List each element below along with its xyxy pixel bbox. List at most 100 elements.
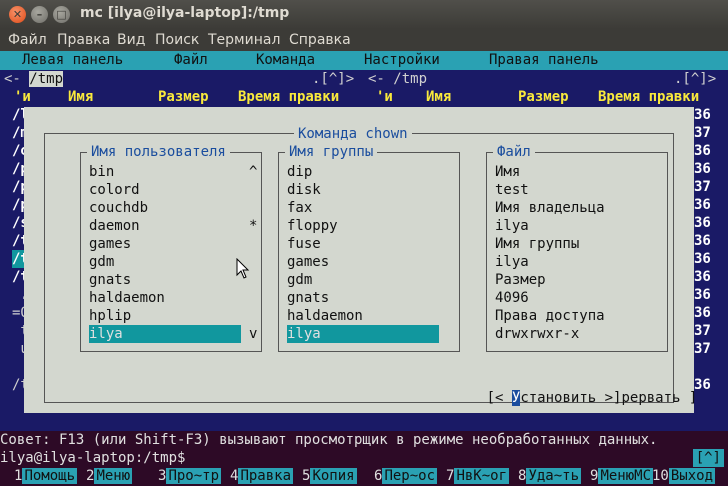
fkey-edit[interactable]: 4 Правка — [230, 467, 294, 486]
menu-help[interactable]: Справка — [289, 32, 351, 48]
scroll-thumb-icon[interactable]: * — [249, 217, 257, 235]
shell-prompt[interactable]: ilya@ilya-laptop:/tmp$ — [0, 449, 728, 467]
file-info-label: Размер — [495, 272, 546, 288]
mc-menu-right-panel[interactable]: Правая панель — [489, 52, 599, 68]
mc-menu-command[interactable]: Команда — [256, 52, 315, 68]
table-row[interactable]: 36 — [694, 142, 724, 160]
fkey-quit[interactable]: 10 Выход — [652, 467, 716, 486]
maximize-window-button[interactable]: □ — [53, 6, 70, 23]
table-row[interactable]: 36 — [694, 106, 724, 124]
group-item[interactable]: fuse — [287, 235, 321, 253]
mc-menu-file[interactable]: Файл — [174, 52, 208, 68]
table-row[interactable]: 36 — [694, 160, 724, 178]
user-item[interactable]: couchdb — [89, 199, 148, 217]
chown-dialog: Команда chown Имя пользователя bin color… — [24, 107, 697, 413]
right-col-size[interactable]: Размер — [518, 88, 569, 106]
fkey-menu[interactable]: 2 Меню — [86, 467, 133, 486]
fkey-label: Копия — [310, 468, 357, 484]
group-item[interactable]: gdm — [287, 271, 312, 289]
table-row[interactable]: 36 — [694, 196, 724, 214]
right-col-mtime[interactable]: Время правки — [598, 88, 699, 106]
hint-line: Совет: F13 (или Shift-F3) вызывают просм… — [0, 431, 728, 449]
right-panel-header: <- /tmp — [368, 70, 427, 88]
left-col-mark: 'и — [14, 89, 31, 105]
group-item[interactable]: gnats — [287, 289, 329, 307]
terminal-menubar: Файл Правка Вид Поиск Терминал Справка — [0, 29, 728, 51]
user-item[interactable]: bin — [89, 163, 114, 181]
menu-file[interactable]: Файл — [8, 32, 47, 48]
table-row[interactable]: 36 — [694, 286, 724, 304]
scroll-down-icon[interactable]: v — [249, 325, 257, 343]
group-item[interactable]: dip — [287, 163, 312, 181]
fkey-pulldown[interactable]: 9 МенюМС — [590, 467, 654, 486]
function-key-bar: 1 Помощь 2 Меню 3 Про~тр 4 Правка 5 Копия 6 Пе… — [0, 467, 728, 486]
group-item[interactable]: fax — [287, 199, 312, 217]
fkey-delete[interactable]: 8 Уда~ть — [518, 467, 582, 486]
scroll-up-icon[interactable]: ^ — [249, 163, 257, 181]
scroll-indicator[interactable]: [^] — [692, 449, 724, 467]
user-item[interactable]: colord — [89, 181, 140, 199]
group-item[interactable]: disk — [287, 181, 321, 199]
user-item[interactable]: games — [89, 235, 131, 253]
table-row[interactable]: 36 — [694, 304, 724, 322]
fkey-mkdir[interactable]: 7 НвК~ог — [446, 467, 510, 486]
left-col-size[interactable]: Размер — [158, 88, 209, 106]
fkey-label: Правка — [238, 468, 294, 484]
table-row[interactable]: 37 — [694, 322, 724, 340]
table-row[interactable]: 36 — [694, 214, 724, 232]
left-col-name[interactable]: Имя — [68, 88, 93, 106]
file-info-value: ilya — [495, 218, 529, 234]
left-panel-title[interactable]: /tmp — [29, 71, 64, 87]
table-row[interactable]: 36 — [694, 376, 724, 394]
mc-menu-left-panel[interactable]: Левая панель — [22, 52, 123, 68]
user-item[interactable]: gdm — [89, 253, 114, 271]
fkey-label: Пер~ос — [382, 468, 438, 484]
user-item[interactable]: haldaemon — [89, 289, 165, 307]
terminal-area[interactable]: Левая панель Файл Команда Настройки Прав… — [0, 51, 728, 486]
group-list-box[interactable]: Имя группы dip disk fax floppy fuse game… — [278, 143, 460, 352]
fkey-help[interactable]: 1 Помощь — [14, 467, 78, 486]
dialog-title: Команда chown — [294, 125, 412, 143]
file-info-value: 4096 — [495, 290, 529, 306]
file-info-value: drwxrwxr-x — [495, 326, 580, 342]
right-panel-title[interactable]: /tmp — [393, 71, 427, 87]
right-panel-prefix: <- — [368, 71, 385, 87]
user-item-selected[interactable]: ilya — [89, 325, 241, 343]
group-list-title: Имя группы — [285, 143, 378, 161]
fkey-copy[interactable]: 5 Копия — [302, 467, 357, 486]
close-window-button[interactable]: ✕ — [9, 6, 26, 23]
user-item[interactable]: daemon — [89, 217, 140, 235]
group-item-selected[interactable]: ilya — [287, 325, 439, 343]
user-list-box[interactable]: Имя пользователя bin colord couchdb daem… — [80, 143, 262, 352]
group-item[interactable]: games — [287, 253, 329, 271]
table-row[interactable]: 36 — [694, 268, 724, 286]
right-col-name[interactable]: Имя — [426, 88, 451, 106]
cancel-button[interactable]: рервать ] — [621, 390, 697, 406]
fkey-label: МенюМС — [598, 468, 654, 484]
set-button[interactable]: [< Установить >] — [486, 390, 621, 406]
table-row[interactable]: 37 — [694, 124, 724, 142]
fkey-view[interactable]: 3 Про~тр — [158, 467, 222, 486]
user-item[interactable]: gnats — [89, 271, 131, 289]
user-item[interactable]: hplip — [89, 307, 131, 325]
fkey-move[interactable]: 6 Пер~ос — [374, 467, 438, 486]
table-row[interactable]: 37 — [694, 340, 724, 358]
menu-search[interactable]: Поиск — [155, 32, 199, 48]
right-panel-corner[interactable]: .[^]> — [674, 70, 716, 88]
set-button-bracket: [< — [486, 390, 512, 406]
group-item[interactable]: floppy — [287, 217, 338, 235]
left-panel-corner[interactable]: .[^]> — [312, 70, 354, 88]
menu-terminal[interactable]: Терминал — [208, 32, 280, 48]
window-titlebar: ✕ – □ mc [ilya@ilya-laptop]:/tmp — [0, 0, 728, 29]
table-row[interactable]: 37 — [694, 178, 724, 196]
group-item[interactable]: haldaemon — [287, 307, 363, 325]
minimize-window-button[interactable]: – — [31, 6, 48, 23]
menu-view[interactable]: Вид — [117, 32, 145, 48]
table-row[interactable]: 36 — [694, 250, 724, 268]
table-row[interactable]: 36 — [694, 232, 724, 250]
menu-edit[interactable]: Правка — [57, 32, 110, 48]
mc-menu-settings[interactable]: Настройки — [364, 52, 440, 68]
file-info-box: Файл Имя test Имя владельца ilya Имя гру… — [486, 143, 668, 352]
fkey-number: 10 — [652, 468, 669, 484]
left-col-mtime[interactable]: Время правки — [238, 88, 339, 106]
